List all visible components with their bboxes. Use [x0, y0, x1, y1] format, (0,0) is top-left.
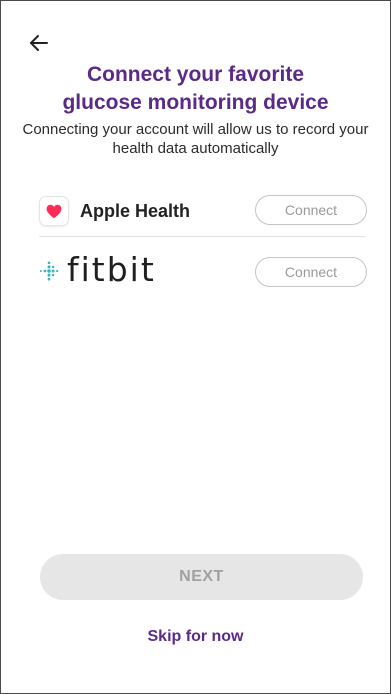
connect-fitbit-button[interactable]: Connect: [255, 257, 367, 287]
fitbit-dots-icon: [39, 261, 59, 281]
page-subtitle: Connecting your account will allow us to…: [22, 121, 369, 157]
connect-device-screen: Connect your favorite glucose monitoring…: [0, 0, 391, 694]
back-button[interactable]: [27, 31, 51, 55]
page-title-line-1: Connect your favorite: [86, 63, 305, 86]
page-title: Connect your favorite glucose monitoring…: [1, 61, 390, 117]
heart-icon: [46, 204, 62, 218]
provider-name-apple-health: Apple Health: [80, 200, 191, 221]
arrow-left-icon: [30, 35, 48, 51]
provider-name-fitbit: fitbit: [67, 249, 156, 289]
provider-divider: [39, 236, 366, 237]
fitbit-logo: fitbit: [39, 249, 156, 289]
provider-row-apple-health: Apple Health Connect: [39, 191, 367, 231]
skip-for-now-link[interactable]: Skip for now: [1, 628, 390, 646]
apple-health-logo: [39, 196, 69, 226]
next-button[interactable]: NEXT: [40, 554, 363, 600]
provider-row-fitbit: fitbit Connect: [39, 251, 367, 291]
connect-apple-health-button[interactable]: Connect: [255, 195, 367, 225]
page-title-line-2: glucose monitoring device: [62, 91, 329, 114]
